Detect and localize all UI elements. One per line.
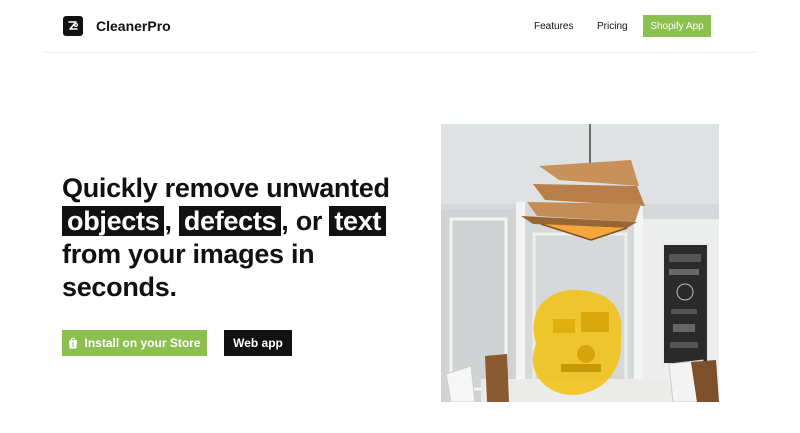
brand-name[interactable]: CleanerPro xyxy=(96,18,171,34)
dining-room-illustration xyxy=(441,124,719,402)
highlight-text: text xyxy=(329,206,387,236)
landing-page: CleanerPro Features Pricing Shopify App … xyxy=(0,0,800,433)
shopping-bag-icon xyxy=(69,337,78,349)
cleanerpro-logo-icon[interactable] xyxy=(63,16,83,36)
highlight-objects: objects xyxy=(62,206,165,236)
shopify-app-button[interactable]: Shopify App xyxy=(643,15,711,37)
headline-comma: , xyxy=(164,206,172,236)
web-app-button[interactable]: Web app xyxy=(224,330,292,356)
nav-pricing-link[interactable]: Pricing xyxy=(597,21,628,32)
site-header: CleanerPro Features Pricing Shopify App xyxy=(44,0,756,53)
hero-image xyxy=(441,124,719,402)
headline-line-1: Quickly remove unwanted xyxy=(62,173,390,203)
headline-line-4: seconds. xyxy=(62,272,177,302)
nav-features-link[interactable]: Features xyxy=(534,21,573,32)
install-store-button[interactable]: Install on your Store xyxy=(62,330,207,356)
highlight-defects: defects xyxy=(178,206,282,236)
headline-line-3: from your images in xyxy=(62,239,315,269)
hero-headline: Quickly remove unwanted objects, defects… xyxy=(62,172,422,304)
headline-comma-or: , or xyxy=(281,206,323,236)
install-store-label: Install on your Store xyxy=(84,336,201,350)
